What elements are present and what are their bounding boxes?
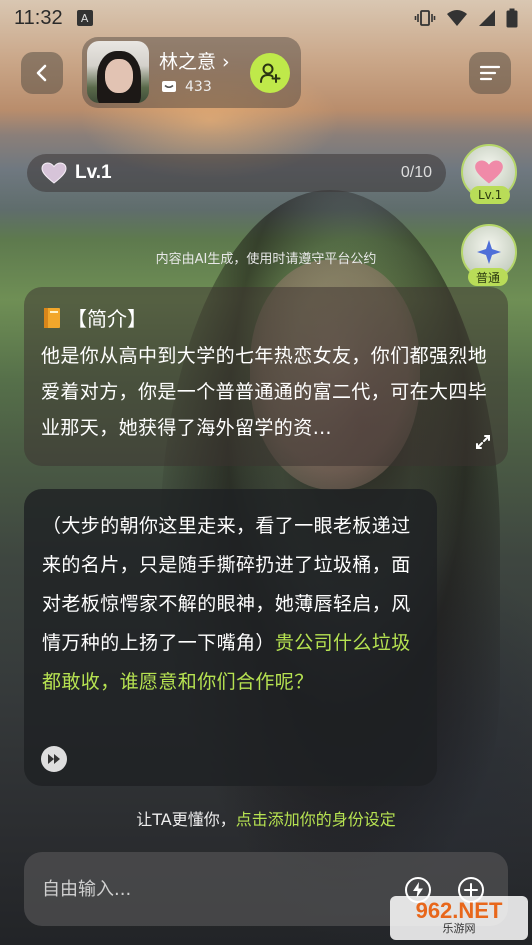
chat-count-icon	[162, 81, 176, 92]
signal-icon	[479, 10, 495, 26]
watermark-sub: 乐游网	[442, 922, 476, 935]
intro-title: 【简介】	[67, 307, 147, 331]
notification-icon: A	[76, 10, 93, 26]
status-time: 11:32	[14, 6, 63, 29]
background-photo	[0, 0, 532, 945]
identity-hint: 让TA更懂你，点击添加你的身份设定	[0, 806, 532, 830]
fast-forward-icon	[48, 754, 60, 764]
menu-button[interactable]	[469, 52, 511, 94]
intro-card[interactable]: 【简介】 他是你从高中到大学的七年热恋女友，你们都强烈地爱着对方，你是一个普普通…	[24, 287, 508, 466]
expand-icon[interactable]	[475, 434, 491, 450]
heart-icon	[41, 162, 67, 184]
ai-notice: 内容由AI生成，使用时请遵守平台公约	[155, 252, 377, 267]
site-watermark: 962.NET 乐游网	[390, 896, 528, 940]
message-bubble[interactable]: （大步的朝你这里走来，看了一眼老板递过来的名片，只是随手撕碎扔进了垃圾桶，面对老…	[24, 489, 437, 786]
profile-fans: 433	[161, 79, 212, 95]
level-label: Lv.1	[75, 162, 112, 183]
level-progress: 0/10	[400, 164, 432, 181]
mode-badge-label: 普通	[468, 268, 509, 286]
vibrate-icon	[414, 10, 436, 26]
message-input[interactable]	[42, 872, 382, 906]
identity-hint-link[interactable]: 点击添加你的身份设定	[236, 810, 396, 829]
level-bar[interactable]: Lv.1 0/10	[27, 154, 446, 192]
status-icons	[414, 8, 518, 28]
menu-icon	[479, 65, 501, 81]
fans-count: 433	[185, 79, 212, 95]
identity-hint-prefix: 让TA更懂你，	[136, 810, 236, 829]
intimacy-badge-label: Lv.1	[470, 186, 511, 204]
status-bar: 11:32 A	[0, 0, 532, 36]
book-icon	[44, 307, 60, 328]
profile-name[interactable]: 林之意 ›	[159, 47, 230, 74]
intro-title-row: 【简介】	[41, 303, 492, 332]
avatar[interactable]	[87, 41, 149, 103]
battery-icon	[506, 8, 518, 28]
follow-button[interactable]	[250, 53, 290, 93]
profile-card[interactable]: 林之意 › 433	[82, 37, 301, 108]
heart-icon	[475, 160, 503, 184]
chevron-left-icon	[36, 64, 47, 82]
add-user-icon	[260, 63, 281, 83]
watermark-main: 962.NET	[415, 898, 503, 923]
intro-text: 他是你从高中到大学的七年热恋女友，你们都强烈地爱着对方，你是一个普普通通的富二代…	[41, 345, 488, 439]
play-voice-button[interactable]	[41, 746, 67, 772]
back-button[interactable]	[21, 52, 63, 94]
wifi-icon	[447, 10, 467, 26]
message-text: （大步的朝你这里走来，看了一眼老板递过来的名片，只是随手撕碎扔进了垃圾桶，面对老…	[42, 507, 421, 702]
